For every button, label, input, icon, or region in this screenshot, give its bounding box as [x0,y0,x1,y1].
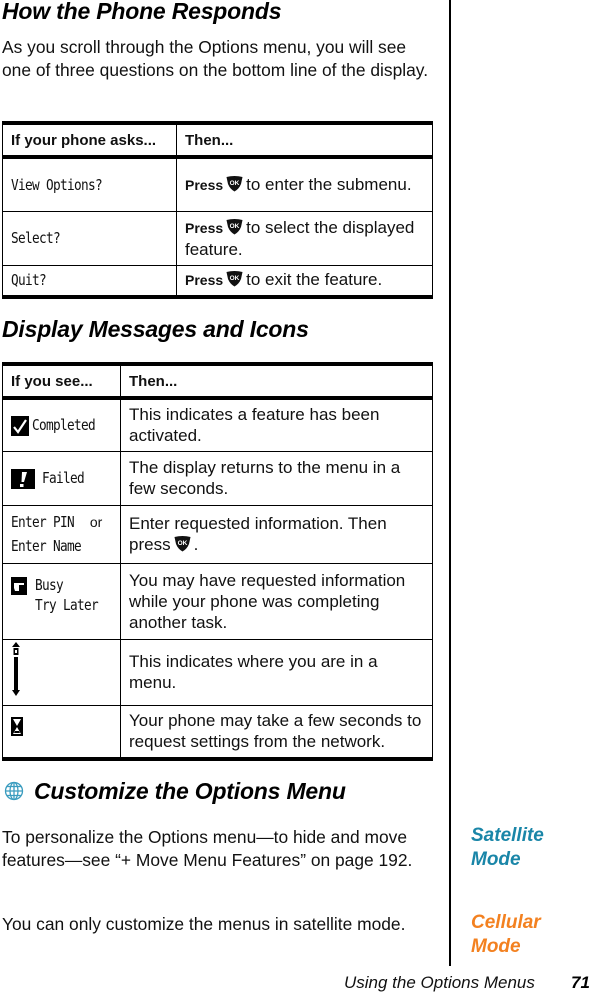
ok-key-icon: OK [174,536,191,552]
description-text: Enter requested information. Then press [129,514,387,554]
ok-key-icon: OK [226,271,243,287]
description-text: This indicates where you are in a menu. [120,638,433,705]
section-heading-customize-options: Customize the Options Menu [34,778,346,804]
description-text: The display returns to the menu in a few… [120,450,433,505]
hourglass-icon [11,716,23,736]
column-header-prompt: If your phone asks... [2,123,177,159]
table-row: Select? Press OK to select the displayed f… [2,210,433,265]
page-number: 71 [571,973,590,992]
description-text: This indicates a feature has been activa… [120,398,433,451]
footer-chapter-title: Using the Options Menus [344,973,535,992]
table-row: Busy Try Later You may have requested in… [2,562,433,639]
svg-text:OK: OK [230,180,240,187]
table-row: Enter PIN or Enter Name Enter requested … [2,504,433,563]
cellular-mode-note: Cellular Mode [471,911,541,959]
prompt-text: View Options? [11,175,103,194]
action-text: to enter the submenu. [246,174,412,194]
exclamation-icon [11,468,35,489]
satellite-mode-line2: Mode [471,849,521,870]
message-text-line2: Enter Name [11,537,82,555]
satellite-mode-note: Satellite Mode [471,824,544,872]
svg-text:OK: OK [230,223,240,230]
cellular-mode-line2: Mode [471,936,521,957]
press-label: Press [185,272,224,289]
intro-paragraph: As you scroll through the Options menu, … [2,37,429,80]
table-header-row: If you see... Then... [2,364,433,400]
svg-text:OK: OK [177,540,187,547]
section-heading-how-phone-responds: How the Phone Responds [2,0,282,24]
column-header-then: Then... [120,364,433,400]
customize-paragraph-1: To personalize the Options menu—to hide … [2,827,413,870]
press-label: Press [185,219,224,236]
pointing-hand-icon [11,576,27,595]
table-row: Failed The display returns to the menu i… [2,450,433,505]
table-row: Quit? Press OK to exit the feature. [2,264,433,297]
table-row: Completed This indicates a feature has b… [2,398,433,451]
scroll-position-icon [12,641,20,696]
svg-text:OK: OK [230,275,240,282]
customize-paragraph-2: You can only customize the menus in sate… [2,914,406,934]
description-text: Your phone may take a few seconds to req… [120,704,433,759]
table-row: View Options? Press OK to enter the submen… [2,157,433,211]
description-end: . [193,535,199,554]
display-messages-table: If you see... Then... Completed This ind… [2,362,433,761]
message-text: Failed [41,469,85,487]
message-text-line2: Try Later [35,595,99,614]
message-text-line1: Busy [35,575,64,594]
ok-key-icon: OK [226,218,243,234]
checkmark-icon [11,415,29,436]
section-heading-display-messages: Display Messages and Icons [2,316,309,342]
ok-key-icon: OK [226,175,243,192]
message-text: Completed [31,416,96,435]
table-row: Your phone may take a few seconds to req… [2,704,433,759]
or-text: or [89,514,103,530]
column-header-then: Then... [176,123,433,159]
globe-icon [4,781,24,801]
prompt-text: Quit? [11,271,47,290]
press-label: Press [185,176,224,193]
description-text: You may have requested information while… [120,562,433,639]
table-row: This indicates where you are in a menu. [2,638,433,705]
margin-divider [449,0,451,966]
phone-prompts-table: If your phone asks... Then... View Optio… [2,121,433,299]
cellular-mode-line1: Cellular [471,912,541,933]
table-header-row: If your phone asks... Then... [2,123,433,159]
message-text-line1: Enter PIN [11,513,75,531]
action-text: to exit the feature. [246,270,383,290]
column-header-if-you-see: If you see... [2,364,121,400]
satellite-mode-line1: Satellite [471,825,544,846]
prompt-text: Select? [11,229,61,247]
